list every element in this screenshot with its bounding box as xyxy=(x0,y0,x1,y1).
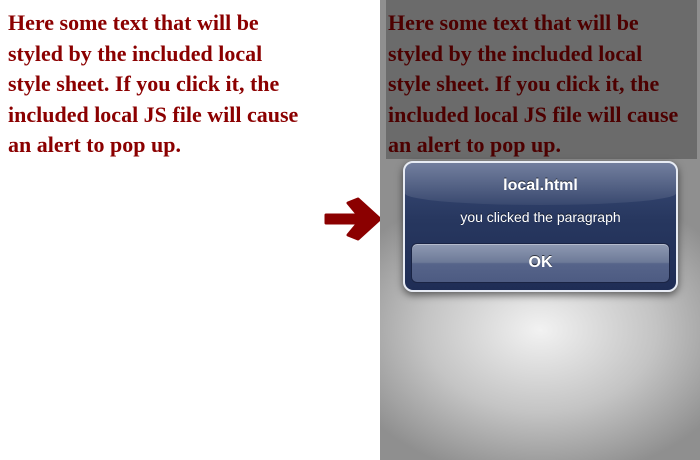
after-screen: Here some text that will be styled by th… xyxy=(380,0,700,460)
alert-message: you clicked the paragraph xyxy=(460,209,621,225)
alert-title: local.html xyxy=(503,177,578,194)
styled-paragraph-tapped[interactable]: Here some text that will be styled by th… xyxy=(388,8,688,161)
ok-button[interactable]: OK xyxy=(411,243,670,283)
alert-dialog: local.html you clicked the paragraph OK xyxy=(403,161,678,292)
styled-paragraph[interactable]: Here some text that will be styled by th… xyxy=(8,8,308,161)
right-arrow-icon xyxy=(324,197,382,241)
